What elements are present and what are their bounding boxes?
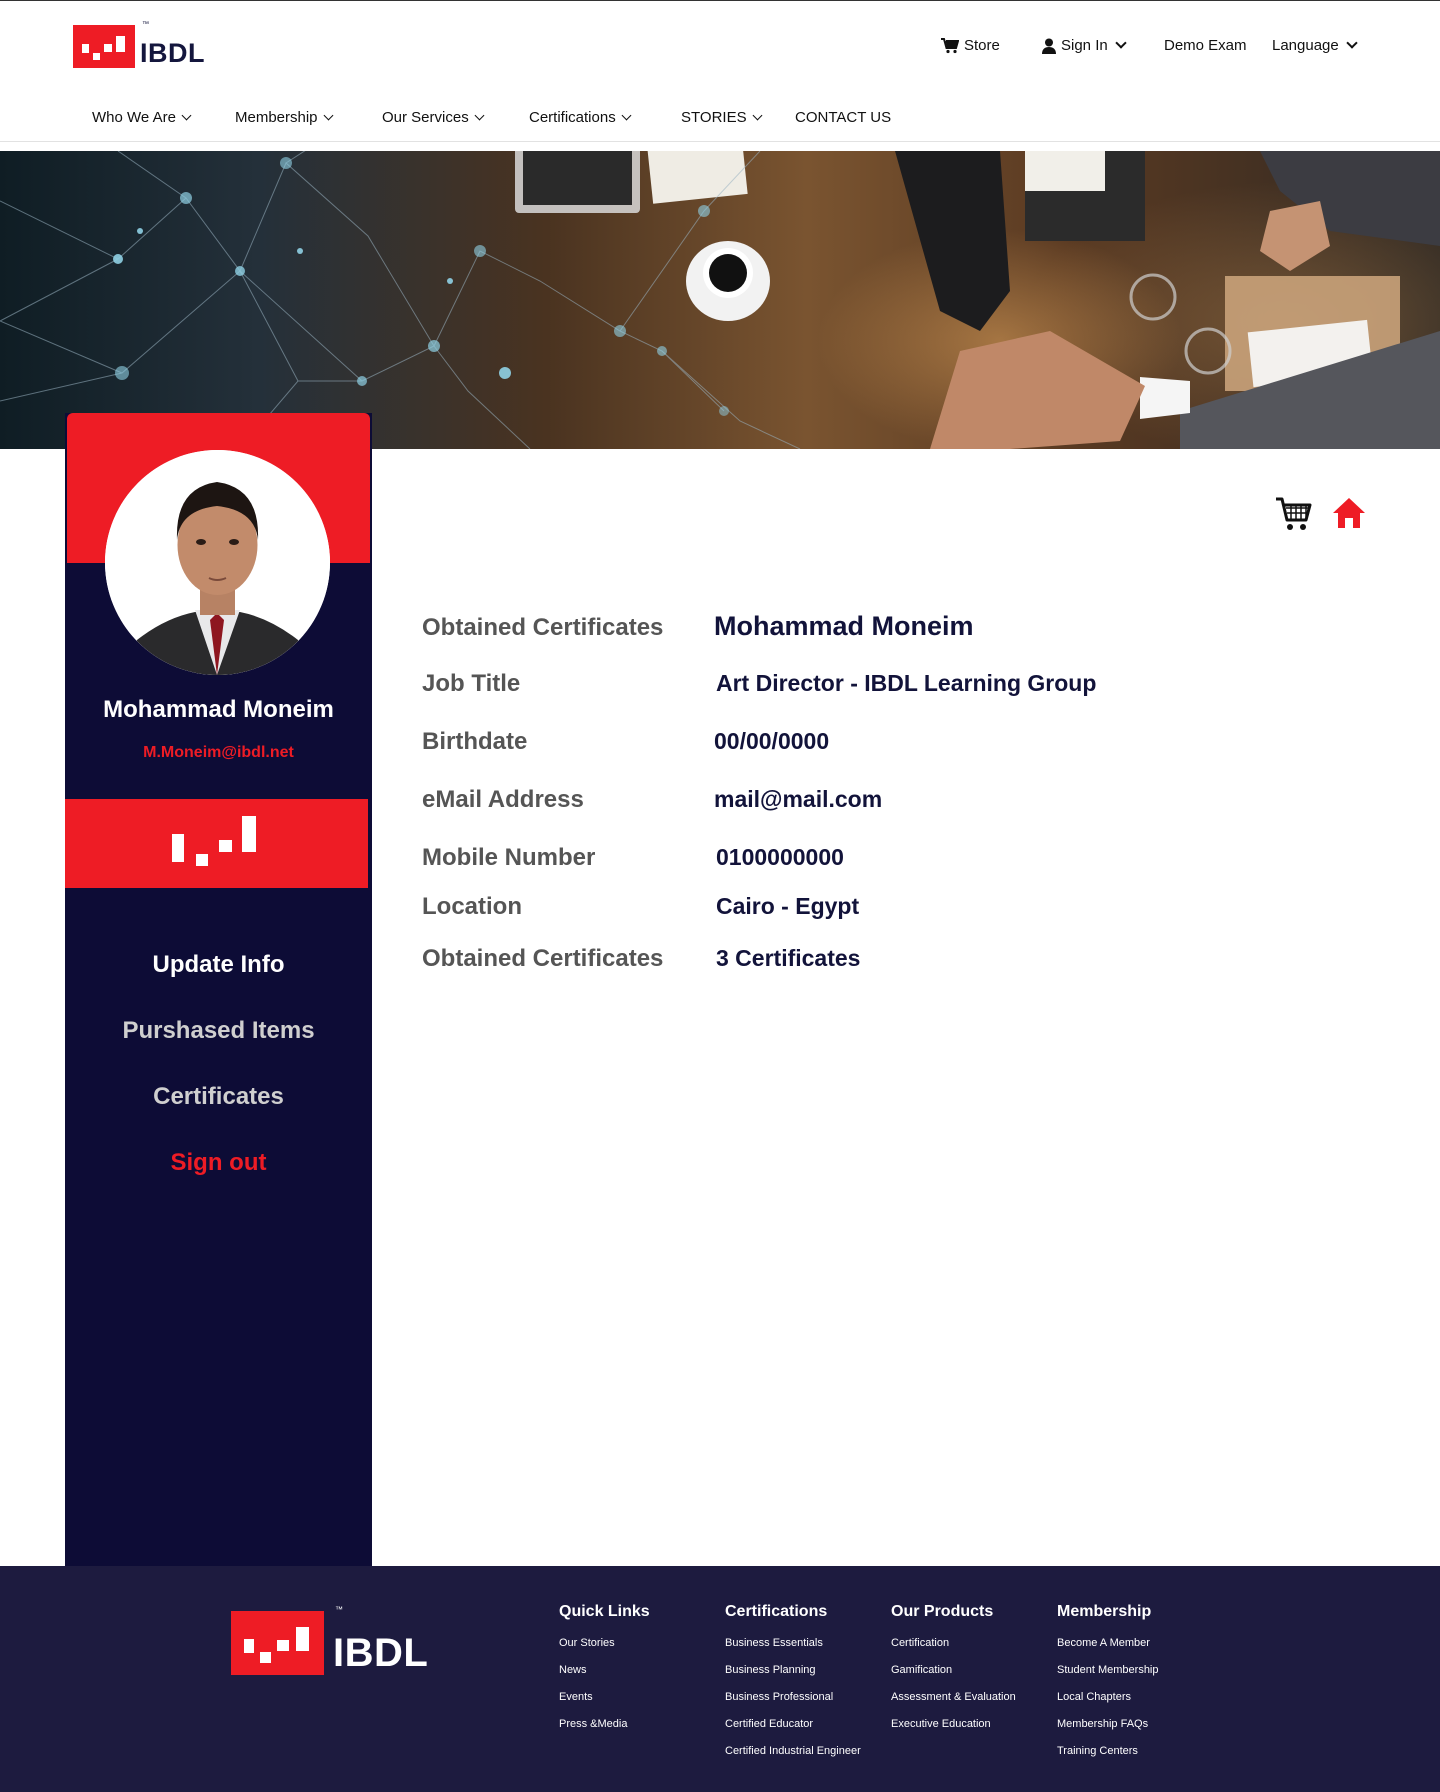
footer-column-our-products: Our Products Certification Gamification … [891,1603,1016,1738]
profile-photo [105,450,330,675]
footer-column-certifications: Certifications Business Essentials Busin… [725,1603,861,1765]
footer-column-quick-links: Quick Links Our Stories News Events Pres… [559,1603,650,1738]
footer-link[interactable]: Certification [891,1630,1016,1657]
profile-value-birthdate: 00/00/0000 [714,728,830,754]
sidebar-logo-band [65,799,368,888]
footer-link[interactable]: Become A Member [1057,1630,1159,1657]
footer-link[interactable]: Student Membership [1057,1657,1159,1684]
language-label: Language [1272,37,1339,54]
store-link[interactable]: Store [941,37,1000,54]
nav-certifications[interactable]: Certifications [529,109,632,126]
trademark-sign: ™ [335,1605,343,1614]
demo-exam-label: Demo Exam [1164,37,1247,54]
footer-column-title: Certifications [725,1603,828,1620]
nav-contact-us[interactable]: CONTACT US [795,109,891,126]
utility-nav: Store Sign In Demo Exam Language [0,37,1440,61]
nav-membership[interactable]: Membership [235,109,333,126]
footer-link[interactable]: Local Chapters [1057,1684,1159,1711]
avatar [105,450,330,675]
profile-label: Obtained Certificates [422,614,664,641]
chevron-down-icon [1346,37,1358,49]
demo-exam-link[interactable]: Demo Exam [1164,37,1247,54]
nav-label: Certifications [529,109,616,126]
chevron-down-icon [474,110,485,120]
profile-label: Birthdate [422,728,528,755]
nav-our-services[interactable]: Our Services [382,109,485,126]
profile-value-mobile: 0100000000 [716,844,844,870]
main-nav: Who We Are Membership Our Services Certi… [0,109,1440,131]
footer-link[interactable]: Certified Industrial Engineer [725,1738,861,1765]
sign-out-link[interactable]: Sign out [65,1149,372,1177]
footer-link[interactable]: Our Stories [559,1630,650,1657]
footer-column-membership: Membership Become A Member Student Membe… [1057,1603,1159,1765]
purchased-items-link[interactable]: Purshased Items [65,1017,372,1045]
language-dropdown[interactable]: Language [1272,37,1358,54]
nav-stories[interactable]: STORIES [681,109,763,126]
footer-link[interactable]: Business Planning [725,1657,861,1684]
nav-label: STORIES [681,109,747,126]
profile-label: Location [422,893,522,920]
footer-link[interactable]: Gamification [891,1657,1016,1684]
hero-banner-image [0,151,1440,449]
ibdl-logo-mark [172,816,256,870]
user-icon [1042,38,1056,54]
footer-link[interactable]: Business Professional [725,1684,861,1711]
footer-link[interactable]: Business Essentials [725,1630,861,1657]
profile-label: eMail Address [422,786,584,813]
footer-column-title: Quick Links [559,1603,650,1620]
cart-button[interactable] [1275,496,1313,537]
network-lines-graphic [0,151,1440,449]
sign-in-label: Sign In [1061,37,1108,54]
profile-label: Mobile Number [422,844,596,871]
user-name: Mohammad Moneim [103,696,334,723]
footer-link[interactable]: Executive Education [891,1711,1016,1738]
chevron-down-icon [621,110,632,120]
chevron-down-icon [1115,37,1127,49]
footer-link[interactable]: Certified Educator [725,1711,861,1738]
chevron-down-icon [323,110,333,120]
profile-value-location: Cairo - Egypt [716,893,860,919]
nav-who-we-are[interactable]: Who We Are [92,109,192,126]
trademark-sign: ™ [142,21,149,28]
ibdl-logo-mark [231,1611,324,1675]
site-footer: ™ IBDL Quick Links Our Stories News Even… [0,1566,1440,1792]
store-label: Store [964,37,1000,54]
nav-label: CONTACT US [795,109,892,126]
site-header: ™ IBDL Store Sign In Demo Exam Language … [0,0,1440,142]
user-email: M.Moneim@ibdl.net [143,744,294,761]
home-icon [1333,498,1365,528]
footer-link[interactable]: Press &Media [559,1711,650,1738]
home-button[interactable] [1332,496,1366,535]
footer-link[interactable]: Events [559,1684,650,1711]
cart-icon [941,37,959,53]
chevron-down-icon [752,110,763,120]
profile-label: Obtained Certificates [422,945,664,972]
chevron-down-icon [181,110,192,120]
footer-link[interactable]: Training Centers [1057,1738,1159,1765]
footer-column-title: Membership [1057,1603,1152,1620]
footer-ibdl-logo[interactable]: ™ IBDL [231,1605,429,1675]
nav-label: Our Services [382,109,469,126]
nav-label: Membership [235,109,318,126]
footer-link[interactable]: Membership FAQs [1057,1711,1159,1738]
footer-link[interactable]: Assessment & Evaluation [891,1684,1016,1711]
profile-label: Job Title [422,670,521,697]
cart-icon [1276,497,1312,530]
certificates-link[interactable]: Certificates [65,1083,372,1111]
footer-column-title: Our Products [891,1603,994,1620]
profile-value-email: mail@mail.com [714,786,883,812]
profile-value-name: Mohammad Moneim [714,611,974,641]
update-info-link[interactable]: Update Info [65,951,372,979]
nav-label: Who We Are [92,109,176,126]
profile-value-job-title: Art Director - IBDL Learning Group [716,670,1097,696]
footer-link[interactable]: News [559,1657,650,1684]
sign-in-dropdown[interactable]: Sign In [1042,37,1127,54]
footer-logo-text: IBDL [333,1631,429,1675]
profile-value-certificates: 3 Certificates [716,945,861,971]
profile-sidebar: Mohammad Moneim M.Moneim@ibdl.net Update… [65,413,372,1566]
